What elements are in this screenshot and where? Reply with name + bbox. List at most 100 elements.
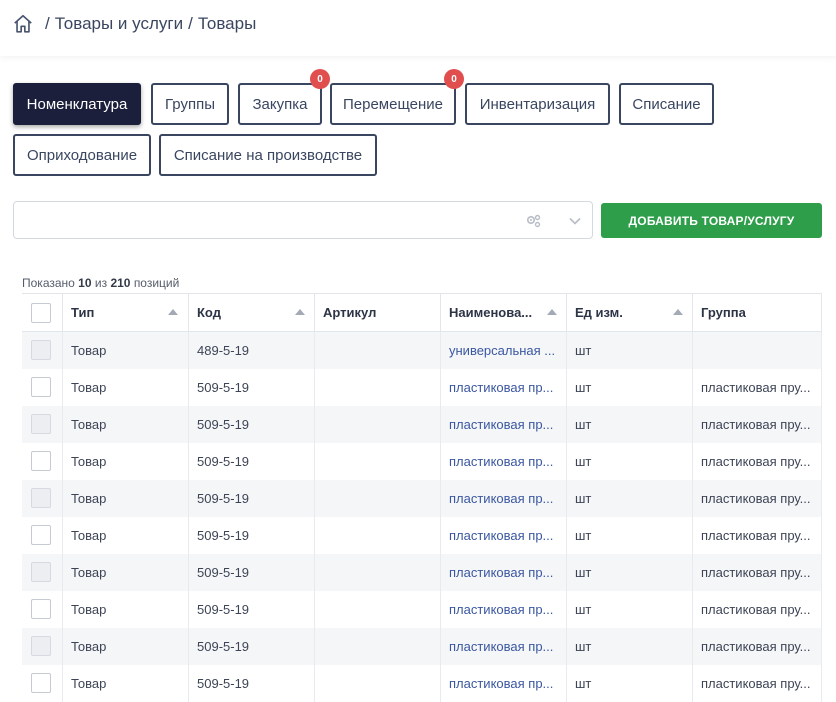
cell-code: 509-5-19: [189, 406, 315, 443]
add-product-button[interactable]: ДОБАВИТЬ ТОВАР/УСЛУГУ: [601, 203, 822, 238]
cell-name-link[interactable]: пластиковая пр...: [441, 480, 567, 517]
row-checkbox[interactable]: [31, 488, 51, 508]
tab-purchase[interactable]: Закупка 0: [238, 69, 330, 125]
column-header-name[interactable]: Наименова...: [441, 294, 567, 331]
cell-article: [315, 628, 441, 665]
row-select-cell: [22, 554, 63, 591]
table-row[interactable]: Товар 509-5-19 пластиковая пр... шт пластико…: [22, 591, 822, 628]
chevron-down-icon[interactable]: [568, 214, 582, 228]
table-row[interactable]: Товар 509-5-19 пластиковая пр... шт пластико…: [22, 628, 822, 665]
cell-name-link[interactable]: пластиковая пр...: [441, 517, 567, 554]
breadcrumb-separator: /: [45, 14, 50, 33]
header-select-cell: [22, 294, 63, 331]
cell-code: 509-5-19: [189, 554, 315, 591]
cell-type: Товар: [63, 480, 189, 517]
cell-name-link[interactable]: пластиковая пр...: [441, 665, 567, 702]
cell-name-link[interactable]: пластиковая пр...: [441, 591, 567, 628]
tab-groups[interactable]: Группы: [151, 83, 229, 125]
cell-type: Товар: [63, 332, 189, 369]
breadcrumb-separator: /: [188, 14, 193, 33]
tab-production-write-off[interactable]: Списание на производстве: [159, 134, 377, 176]
column-header-group[interactable]: Группа: [693, 294, 822, 331]
sort-asc-icon[interactable]: [168, 309, 178, 315]
cell-type: Товар: [63, 628, 189, 665]
summary-middle: из: [94, 276, 108, 290]
table-row[interactable]: Товар 509-5-19 пластиковая пр... шт пластико…: [22, 554, 822, 591]
table-row[interactable]: Товар 509-5-19 пластиковая пр... шт пластико…: [22, 406, 822, 443]
cell-name-link[interactable]: пластиковая пр...: [441, 628, 567, 665]
cell-unit: шт: [567, 443, 693, 480]
column-label: Наименова...: [449, 305, 533, 320]
row-checkbox[interactable]: [31, 340, 51, 360]
column-label: Тип: [71, 305, 95, 320]
tab-label: Группы: [165, 95, 215, 113]
row-select-cell: [22, 517, 63, 554]
sort-asc-icon[interactable]: [547, 309, 557, 315]
tab-write-off[interactable]: Списание: [619, 83, 714, 125]
cell-group: пластиковая пру...: [693, 517, 822, 554]
cell-code: 509-5-19: [189, 591, 315, 628]
column-label: Ед изм.: [575, 305, 623, 320]
cell-name-link[interactable]: пластиковая пр...: [441, 554, 567, 591]
tab-transfer[interactable]: Перемещение 0: [330, 69, 464, 125]
home-icon[interactable]: [12, 13, 34, 35]
items-shown-summary: Показано 10 из 210 позиций: [22, 276, 179, 290]
table-row[interactable]: Товар 509-5-19 пластиковая пр... шт пластико…: [22, 665, 822, 702]
column-header-code[interactable]: Код: [189, 294, 315, 331]
cell-type: Товар: [63, 443, 189, 480]
table-row[interactable]: Товар 509-5-19 пластиковая пр... шт пластико…: [22, 369, 822, 406]
summary-prefix: Показано: [22, 276, 75, 290]
table-row[interactable]: Товар 509-5-19 пластиковая пр... шт пластико…: [22, 480, 822, 517]
tab-posting[interactable]: Оприходование: [13, 134, 151, 176]
sort-asc-icon[interactable]: [673, 309, 683, 315]
row-checkbox[interactable]: [31, 562, 51, 582]
cell-type: Товар: [63, 517, 189, 554]
row-checkbox[interactable]: [31, 451, 51, 471]
table-row[interactable]: Товар 489-5-19 универсальная ... шт: [22, 332, 822, 369]
cell-article: [315, 332, 441, 369]
table-row[interactable]: Товар 509-5-19 пластиковая пр... шт пластико…: [22, 517, 822, 554]
row-checkbox[interactable]: [31, 599, 51, 619]
tab-label: Списание на производстве: [173, 146, 363, 164]
cell-name-link[interactable]: пластиковая пр...: [441, 406, 567, 443]
row-checkbox[interactable]: [31, 414, 51, 434]
cell-unit: шт: [567, 554, 693, 591]
row-checkbox[interactable]: [31, 525, 51, 545]
row-select-cell: [22, 628, 63, 665]
cell-group: пластиковая пру...: [693, 369, 822, 406]
cell-code: 489-5-19: [189, 332, 315, 369]
shown-count: 10: [78, 276, 92, 290]
column-header-type[interactable]: Тип: [63, 294, 189, 331]
cell-unit: шт: [567, 591, 693, 628]
column-header-unit[interactable]: Ед изм.: [567, 294, 693, 331]
tab-label: Списание: [632, 95, 701, 113]
cell-code: 509-5-19: [189, 443, 315, 480]
cell-code: 509-5-19: [189, 480, 315, 517]
cell-name-link[interactable]: универсальная ...: [441, 332, 567, 369]
tab-nomenclature[interactable]: Номенклатура: [13, 83, 141, 125]
select-all-checkbox[interactable]: [31, 303, 51, 323]
column-header-article[interactable]: Артикул: [315, 294, 441, 331]
summary-suffix: позиций: [133, 276, 180, 290]
row-checkbox[interactable]: [31, 377, 51, 397]
cell-name-link[interactable]: пластиковая пр...: [441, 443, 567, 480]
row-checkbox[interactable]: [31, 636, 51, 656]
row-select-cell: [22, 443, 63, 480]
breadcrumb-item-goods-services[interactable]: Товары и услуги: [55, 14, 183, 34]
cell-group: пластиковая пру...: [693, 480, 822, 517]
settings-icon[interactable]: [526, 214, 542, 228]
row-select-cell: [22, 480, 63, 517]
cell-name-link[interactable]: пластиковая пр...: [441, 369, 567, 406]
search-input[interactable]: [13, 201, 593, 239]
row-select-cell: [22, 665, 63, 702]
cell-type: Товар: [63, 369, 189, 406]
cell-code: 509-5-19: [189, 369, 315, 406]
cell-unit: шт: [567, 480, 693, 517]
cell-type: Товар: [63, 665, 189, 702]
table-row[interactable]: Товар 509-5-19 пластиковая пр... шт пластико…: [22, 443, 822, 480]
tab-inventory[interactable]: Инвентаризация: [465, 83, 610, 125]
row-checkbox[interactable]: [31, 673, 51, 693]
total-count: 210: [110, 276, 131, 290]
sort-asc-icon[interactable]: [295, 309, 305, 315]
cell-code: 509-5-19: [189, 628, 315, 665]
